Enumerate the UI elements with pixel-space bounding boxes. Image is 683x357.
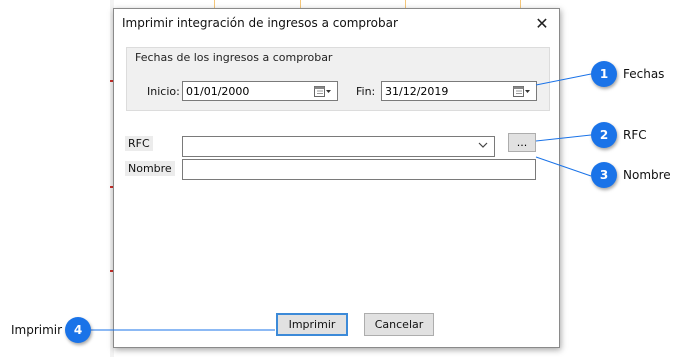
nombre-label: Nombre (125, 161, 175, 176)
callout-badge-4: 4 (65, 317, 91, 343)
dialog-titlebar: Imprimir integración de ingresos a compr… (114, 9, 559, 37)
calendar-icon[interactable] (314, 85, 332, 98)
start-date-picker[interactable]: 01/01/2000 (182, 81, 338, 101)
callout-label-rfc: RFC (623, 128, 647, 142)
callout-label-nombre: Nombre (623, 168, 671, 182)
cancel-button[interactable]: Cancelar (364, 313, 434, 336)
dialog-title: Imprimir integración de ingresos a compr… (122, 16, 398, 30)
callout-badge-3: 3 (591, 162, 617, 188)
print-button[interactable]: Imprimir (276, 313, 348, 336)
rfc-combobox[interactable] (182, 136, 495, 157)
rfc-browse-button[interactable]: ... (508, 133, 536, 152)
callout-label-imprimir: Imprimir (11, 323, 63, 337)
rfc-label: RFC (125, 136, 153, 151)
start-date-value: 01/01/2000 (186, 85, 250, 98)
end-date-label: Fin: (356, 85, 376, 98)
end-date-value: 31/12/2019 (385, 85, 449, 98)
print-dialog: Imprimir integración de ingresos a compr… (113, 8, 560, 348)
callout-badge-2: 2 (591, 122, 617, 148)
nombre-input[interactable] (182, 159, 536, 180)
start-date-label: Inicio: (147, 85, 180, 98)
callout-label-fechas: Fechas (623, 67, 665, 81)
end-date-picker[interactable]: 31/12/2019 (381, 81, 537, 101)
chevron-down-icon[interactable] (478, 140, 488, 153)
callout-badge-1: 1 (591, 61, 617, 87)
close-icon[interactable]: ✕ (531, 12, 553, 34)
dates-group: Fechas de los ingresos a comprobar Inici… (126, 47, 550, 111)
calendar-icon[interactable] (513, 85, 531, 98)
dates-group-legend: Fechas de los ingresos a comprobar (135, 51, 333, 64)
